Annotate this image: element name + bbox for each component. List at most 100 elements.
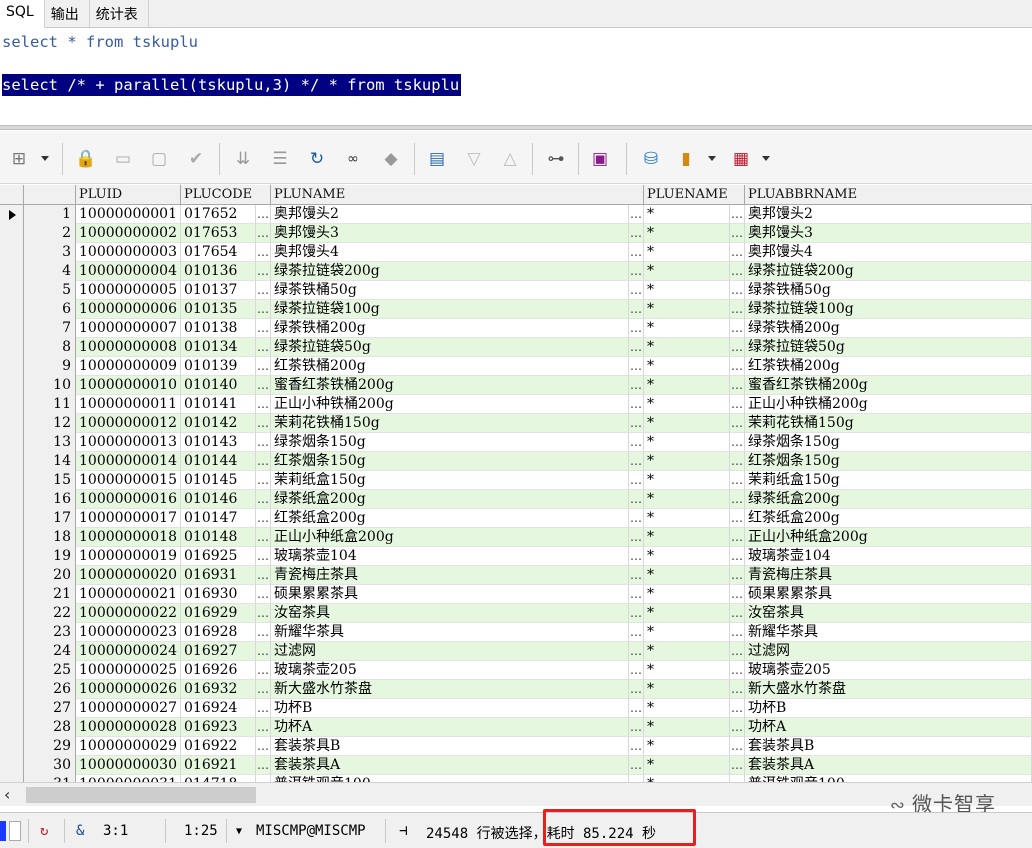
cell-pluabbrname[interactable]: 奥邦馒头3 (745, 224, 1032, 243)
cell-pluename[interactable]: * (644, 376, 730, 395)
cell-ellipsis-button[interactable]: … (256, 585, 271, 604)
cell-ellipsis-button[interactable]: … (256, 357, 271, 376)
cell-pluabbrname[interactable]: 绿茶烟条150g (745, 433, 1032, 452)
cell-pluname[interactable]: 蜜香红茶铁桶200g (271, 376, 629, 395)
cell-pluid[interactable]: 10000000029 (76, 737, 181, 756)
cell-pluid[interactable]: 10000000024 (76, 642, 181, 661)
cell-pluename[interactable]: * (644, 395, 730, 414)
cell-ellipsis-button[interactable]: … (629, 737, 644, 756)
cell-ellipsis-button[interactable]: … (629, 357, 644, 376)
cell-ellipsis-button[interactable]: … (629, 471, 644, 490)
scroll-left-icon[interactable]: ‹ (4, 785, 10, 804)
table-icon[interactable]: ▦ (730, 148, 752, 170)
cell-ellipsis-button[interactable]: … (629, 433, 644, 452)
pane-splitter[interactable] (0, 125, 1032, 130)
cell-ellipsis-button[interactable]: … (256, 243, 271, 262)
table-row[interactable]: 13 10000000013 010143 绿茶烟条150g * 绿茶烟条150g……… (0, 433, 1032, 452)
cell-ellipsis-button[interactable]: … (730, 376, 745, 395)
cell-pluabbrname[interactable]: 奥邦馒头2 (745, 205, 1032, 224)
cell-ellipsis-button[interactable]: … (256, 376, 271, 395)
cell-pluname[interactable]: 过滤网 (271, 642, 629, 661)
row-indicator[interactable] (0, 433, 24, 452)
cell-ellipsis-button[interactable]: … (629, 566, 644, 585)
cell-ellipsis-button[interactable]: … (730, 243, 745, 262)
cell-pluabbrname[interactable]: 新大盛水竹茶盘 (745, 680, 1032, 699)
cell-pluname[interactable]: 正山小种纸盒200g (271, 528, 629, 547)
cell-ellipsis-button[interactable]: … (256, 490, 271, 509)
row-number[interactable]: 11 (24, 395, 76, 414)
cell-plucode[interactable]: 010137 (181, 281, 256, 300)
cell-pluid[interactable]: 10000000025 (76, 661, 181, 680)
cell-ellipsis-button[interactable]: … (629, 300, 644, 319)
cell-pluname[interactable]: 绿茶铁桶50g (271, 281, 629, 300)
cell-ellipsis-button[interactable]: … (730, 680, 745, 699)
cell-plucode[interactable]: 010139 (181, 357, 256, 376)
cell-ellipsis-button[interactable]: … (730, 262, 745, 281)
cell-pluid[interactable]: 10000000002 (76, 224, 181, 243)
cell-pluname[interactable]: 硕果累累茶具 (271, 585, 629, 604)
cell-plucode[interactable]: 010140 (181, 376, 256, 395)
row-number[interactable]: 25 (24, 661, 76, 680)
row-indicator[interactable] (0, 395, 24, 414)
cell-plucode[interactable]: 016926 (181, 661, 256, 680)
chevron-down-icon[interactable]: ▼ (236, 826, 242, 837)
filter-down-icon[interactable]: ⇊ (232, 148, 254, 170)
row-number[interactable]: 19 (24, 547, 76, 566)
cell-ellipsis-button[interactable]: … (256, 604, 271, 623)
column-header-pluid[interactable]: PLUID (76, 185, 181, 205)
cell-pluid[interactable]: 10000000021 (76, 585, 181, 604)
cell-pluename[interactable]: * (644, 528, 730, 547)
cell-ellipsis-button[interactable]: … (629, 775, 644, 782)
cell-ellipsis-button[interactable]: … (629, 243, 644, 262)
cell-ellipsis-button[interactable]: … (256, 338, 271, 357)
row-number[interactable]: 7 (24, 319, 76, 338)
cell-ellipsis-button[interactable]: … (730, 357, 745, 376)
cell-pluname[interactable]: 茉莉花铁桶150g (271, 414, 629, 433)
cell-pluename[interactable]: * (644, 585, 730, 604)
row-indicator[interactable] (0, 528, 24, 547)
cell-pluename[interactable]: * (644, 642, 730, 661)
cell-ellipsis-button[interactable]: … (256, 528, 271, 547)
row-number[interactable]: 12 (24, 414, 76, 433)
table-row[interactable]: 3 10000000003 017654 奥邦馒头4 * 奥邦馒头4……… (0, 243, 1032, 262)
cell-ellipsis-button[interactable]: … (256, 623, 271, 642)
table-row[interactable]: 24 10000000024 016927 过滤网 * 过滤网……… (0, 642, 1032, 661)
cell-pluname[interactable]: 功杯B (271, 699, 629, 718)
row-number[interactable]: 2 (24, 224, 76, 243)
row-number[interactable]: 31 (24, 775, 76, 782)
row-indicator[interactable] (0, 376, 24, 395)
cell-ellipsis-button[interactable]: … (629, 623, 644, 642)
table-row[interactable]: 19 10000000019 016925 玻璃茶壶104 * 玻璃茶壶104……… (0, 547, 1032, 566)
row-indicator[interactable] (0, 680, 24, 699)
cell-pluid[interactable]: 10000000009 (76, 357, 181, 376)
cell-ellipsis-button[interactable]: … (629, 604, 644, 623)
cell-ellipsis-button[interactable]: … (730, 737, 745, 756)
cell-pluename[interactable]: * (644, 338, 730, 357)
row-number[interactable]: 27 (24, 699, 76, 718)
cell-pluename[interactable]: * (644, 718, 730, 737)
row-number[interactable]: 20 (24, 566, 76, 585)
cell-pluabbrname[interactable]: 绿茶拉链袋200g (745, 262, 1032, 281)
column-header-plucode[interactable]: PLUCODE (181, 185, 271, 205)
cell-pluabbrname[interactable]: 正山小种铁桶200g (745, 395, 1032, 414)
cell-pluid[interactable]: 10000000027 (76, 699, 181, 718)
cell-pluabbrname[interactable]: 绿茶拉链袋50g (745, 338, 1032, 357)
cell-pluname[interactable]: 绿茶烟条150g (271, 433, 629, 452)
cell-pluname[interactable]: 青瓷梅庄茶具 (271, 566, 629, 585)
chevron-down-icon[interactable] (41, 156, 49, 161)
table-row[interactable]: 21 10000000021 016930 硕果累累茶具 * 硕果累累茶具……… (0, 585, 1032, 604)
cell-ellipsis-button[interactable]: … (730, 718, 745, 737)
cell-ellipsis-button[interactable]: … (730, 205, 745, 224)
cell-pluname[interactable]: 玻璃茶壶205 (271, 661, 629, 680)
cell-ellipsis-button[interactable]: … (730, 224, 745, 243)
cell-pluid[interactable]: 10000000011 (76, 395, 181, 414)
cell-ellipsis-button[interactable]: … (256, 737, 271, 756)
cell-pluname[interactable]: 红茶铁桶200g (271, 357, 629, 376)
cell-pluid[interactable]: 10000000016 (76, 490, 181, 509)
cell-pluid[interactable]: 10000000015 (76, 471, 181, 490)
row-indicator[interactable] (0, 661, 24, 680)
cell-pluename[interactable]: * (644, 281, 730, 300)
cell-pluabbrname[interactable]: 绿茶铁桶50g (745, 281, 1032, 300)
cell-ellipsis-button[interactable]: … (629, 509, 644, 528)
cell-ellipsis-button[interactable]: … (256, 642, 271, 661)
